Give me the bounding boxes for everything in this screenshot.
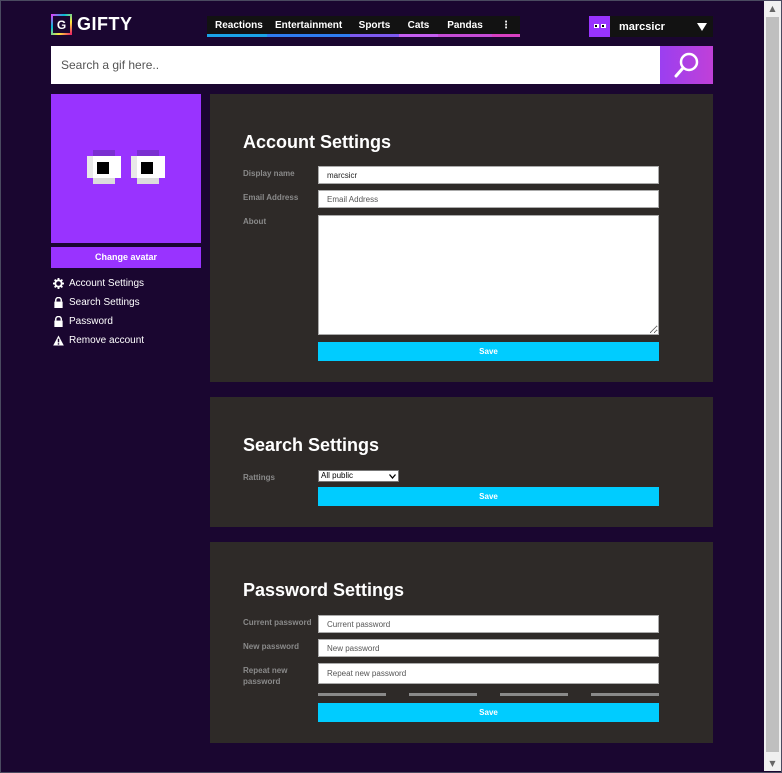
search-input[interactable]	[51, 46, 660, 84]
left-eye-icon	[87, 150, 121, 184]
nav-item-reactions[interactable]: Reactions	[207, 16, 267, 37]
password-settings-title: Password Settings	[243, 580, 405, 600]
scrollbar-thumb[interactable]	[766, 17, 779, 752]
logo[interactable]: G GIFTY	[51, 14, 133, 35]
password-settings-panel: Password Settings Current password New p…	[210, 542, 713, 743]
lock-icon	[54, 297, 63, 308]
nav-item-cats[interactable]: Cats	[399, 16, 438, 37]
scroll-up-icon[interactable]: ▲	[764, 1, 781, 16]
chevron-down-icon	[389, 473, 396, 479]
current-password-field[interactable]	[318, 615, 659, 633]
app-name: GIFTY	[77, 14, 133, 34]
profile-avatar	[51, 94, 201, 243]
password-strength-segment	[591, 693, 659, 696]
new-password-label: New password	[243, 642, 300, 651]
password-save-button[interactable]: Save	[318, 703, 659, 722]
account-settings-title: Account Settings	[243, 132, 392, 152]
sidebar-item-search-settings[interactable]: Search Settings	[53, 293, 144, 312]
search-settings-title: Search Settings	[243, 435, 380, 455]
sidebar-item-label: Search Settings	[69, 297, 140, 308]
user-menu[interactable]: marcsicr	[589, 16, 713, 37]
account-save-button[interactable]: Save	[318, 342, 659, 361]
gear-icon	[53, 278, 64, 289]
sidebar-item-label: Account Settings	[69, 278, 145, 289]
change-avatar-button[interactable]: Change avatar	[51, 247, 201, 268]
warning-icon	[53, 335, 64, 346]
ratings-select-value: All public	[321, 471, 354, 480]
lock-icon	[54, 316, 63, 327]
category-nav: Reactions Entertainment Sports Cats Pand…	[207, 16, 520, 37]
sidebar-item-label: Password	[69, 316, 113, 327]
caret-down-icon	[697, 22, 707, 31]
logo-icon: G	[51, 14, 72, 35]
password-strength-segment	[409, 693, 477, 696]
display-name-label: Display name	[243, 169, 295, 178]
nav-item-entertainment[interactable]: Entertainment	[267, 16, 350, 37]
display-name-field[interactable]	[318, 166, 659, 184]
nav-item-sports[interactable]: Sports	[350, 16, 399, 37]
sidebar-item-remove-account[interactable]: Remove account	[53, 331, 144, 350]
search-settings-panel: Search Settings Rattings All public Save	[210, 397, 713, 527]
email-label: Email Address	[243, 193, 299, 202]
right-eye-icon	[131, 150, 165, 184]
email-field[interactable]	[318, 190, 659, 208]
current-password-label: Current password	[243, 618, 312, 627]
username: marcsicr	[619, 20, 665, 33]
settings-menu: Account Settings Search Settings Passwor…	[53, 274, 144, 350]
repeat-password-field[interactable]	[318, 663, 659, 684]
account-settings-panel: Account Settings Display name Email Addr…	[210, 94, 713, 382]
repeat-password-label: Repeat new password	[243, 666, 288, 686]
scroll-down-icon[interactable]: ▼	[764, 756, 781, 771]
search-button[interactable]	[660, 46, 713, 84]
about-label: About	[243, 217, 267, 226]
avatar	[589, 16, 610, 37]
page-scrollbar[interactable]: ▲ ▼	[764, 1, 781, 771]
about-textarea[interactable]	[318, 215, 659, 335]
sidebar-item-label: Remove account	[69, 335, 145, 346]
sidebar-item-account-settings[interactable]: Account Settings	[53, 274, 144, 293]
sidebar-item-password[interactable]: Password	[53, 312, 144, 331]
search-icon	[674, 52, 698, 78]
new-password-field[interactable]	[318, 639, 659, 657]
nav-more-menu[interactable]: ⋮	[492, 16, 520, 37]
password-strength-segment	[318, 693, 386, 696]
password-strength-segment	[500, 693, 568, 696]
search-save-button[interactable]: Save	[318, 487, 659, 506]
search-bar	[51, 46, 713, 84]
ratings-select[interactable]: All public	[318, 470, 399, 482]
ratings-label: Rattings	[243, 473, 275, 482]
nav-item-pandas[interactable]: Pandas	[438, 16, 492, 37]
